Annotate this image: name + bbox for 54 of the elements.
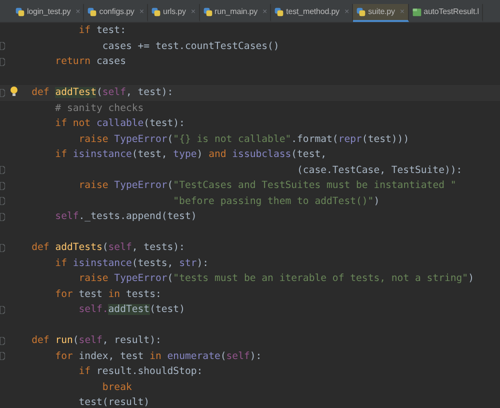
code-line: break [101, 380, 132, 394]
code-line: if isinstance(tests, str): [54, 256, 209, 270]
file-icon [412, 7, 422, 17]
lightbulb-icon[interactable] [10, 86, 18, 97]
fold-marker-icon[interactable] [0, 182, 5, 190]
code-line: if not callable(test): [54, 117, 185, 131]
tab-label: login_test.py [27, 6, 71, 18]
file-tab[interactable]: run_main.py × [200, 4, 272, 22]
code-line: return cases [54, 55, 126, 69]
code-line: if result.shouldStop: [78, 365, 203, 379]
file-tab[interactable]: autoTestResult.l [408, 4, 483, 22]
code-line: self._tests.append(test) [54, 210, 197, 224]
python-file-icon [202, 7, 213, 17]
file-tab[interactable]: login_test.py × [12, 4, 84, 22]
code-line: for test in tests: [54, 288, 162, 302]
tab-label: autoTestResult.l [424, 6, 479, 18]
fold-marker-icon[interactable] [0, 166, 5, 174]
code-line: if test: [78, 24, 126, 38]
tab-label: test_method.py [286, 6, 340, 18]
tab-label: configs.py [99, 6, 134, 18]
file-tab[interactable]: urls.py × [148, 4, 200, 22]
code-line: if isinstance(test, type) and issubclass(test, [54, 148, 327, 162]
code-line: self.addTest(test) [78, 303, 185, 317]
code-line: def addTest(self, test): [30, 86, 174, 100]
fold-marker-icon[interactable] [0, 306, 5, 314]
fold-marker-icon[interactable] [0, 352, 5, 360]
file-tab[interactable]: configs.py × [84, 4, 148, 22]
fold-marker-icon[interactable] [0, 244, 5, 252]
tab-label: suite.py [368, 6, 395, 18]
fold-marker-icon[interactable] [0, 212, 5, 221]
code-line: for index, test in enumerate(self): [54, 350, 262, 364]
fold-marker-icon[interactable] [0, 197, 5, 206]
code-line: cases += test.countTestCases() [101, 40, 280, 54]
python-file-icon [151, 7, 161, 17]
python-file-icon [274, 7, 284, 17]
tab-label: run_main.py [214, 6, 258, 18]
code-line: def addTests(self, tests): [30, 241, 185, 255]
code-line: raise TypeError("TestCases and TestSuites must be instantiated " [78, 179, 456, 193]
python-file-icon [87, 7, 98, 17]
fold-marker-icon[interactable] [0, 42, 5, 50]
code-line: (case.TestCase, TestSuite)): [296, 164, 462, 178]
fold-marker-icon[interactable] [0, 88, 5, 97]
code-line: raise TypeError("{} is not callable".format(repr(test))) [78, 132, 410, 146]
code-line: # sanity checks [54, 102, 144, 116]
file-tab[interactable]: suite.py × [353, 4, 409, 22]
code-line: def run(self, result): [30, 334, 162, 348]
code-line: test(result) [78, 396, 150, 408]
python-file-icon [15, 7, 25, 17]
fold-marker-icon[interactable] [0, 336, 5, 345]
code-line: "before passing them to addTest()") [172, 194, 380, 208]
fold-marker-icon[interactable] [0, 58, 5, 66]
tab-label: urls.py [163, 6, 186, 18]
code-line: raise TypeError("tests must be an iterable of tests, not a string") [78, 272, 474, 286]
python-file-icon [356, 7, 366, 17]
